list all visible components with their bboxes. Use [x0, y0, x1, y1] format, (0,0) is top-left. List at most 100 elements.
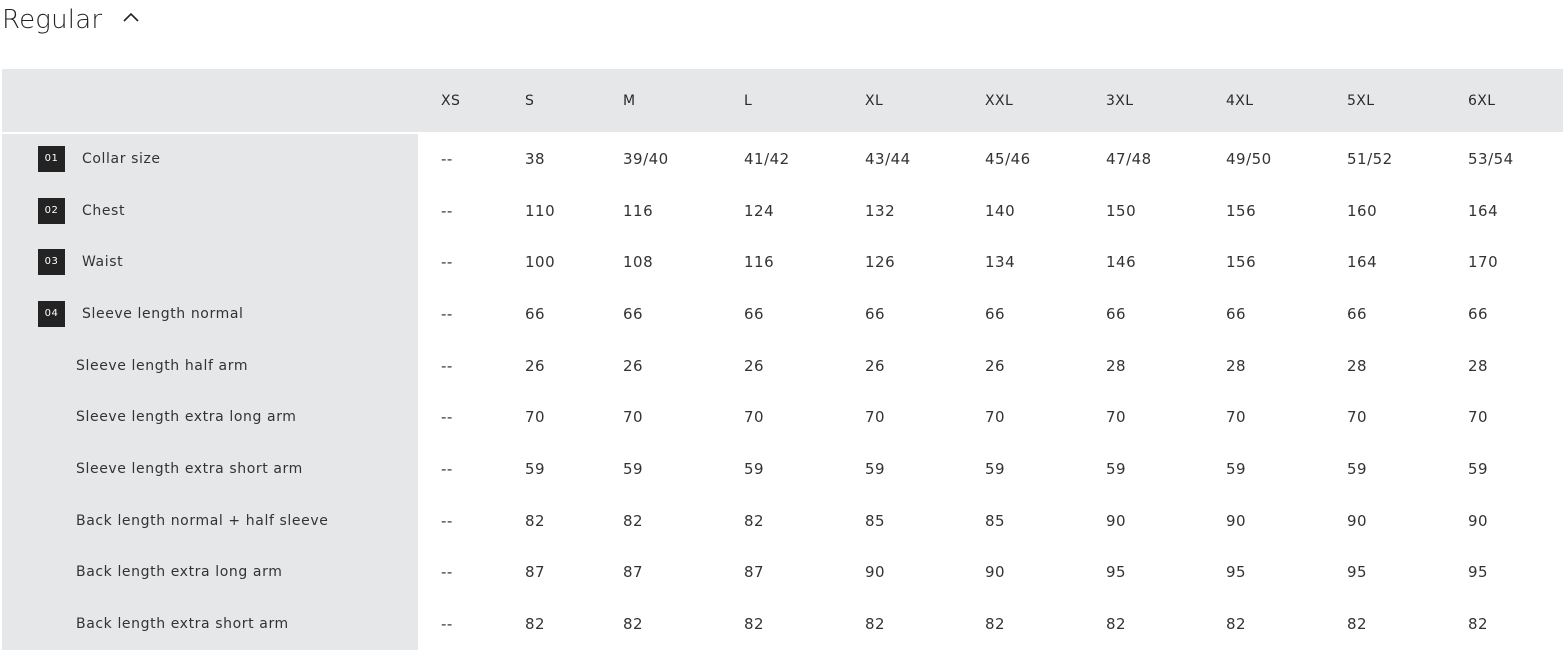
measurement-value-cell: 70: [985, 408, 1006, 427]
measurement-value-cell: 90: [1347, 511, 1368, 530]
measurement-value-cell: --: [441, 356, 453, 375]
measurement-value-cell: 59: [1106, 459, 1127, 478]
measurement-value-cell: --: [441, 408, 453, 427]
size-column-header: 6XL: [1468, 92, 1496, 109]
measurement-value-cell: 124: [744, 201, 775, 220]
measurement-label: Waist: [82, 254, 124, 271]
table-row: Back length extra long arm -- 87 87 87 90 90 95…: [2, 546, 1563, 599]
measurement-value-cell: 70: [623, 408, 644, 427]
measurement-value-cell: 59: [525, 459, 546, 478]
size-table: XS S M L XL XXL 3XL 4XL 5XL 6XL 01 Collar size -- 38…: [2, 69, 1563, 650]
measurement-value-cell: 82: [985, 615, 1006, 634]
measurement-value-cell: --: [441, 511, 453, 530]
size-column-header: S: [525, 92, 535, 109]
measurement-value-cell: 59: [1226, 459, 1247, 478]
chevron-up-icon: [122, 9, 140, 27]
measurement-value-cell: 26: [865, 356, 886, 375]
section-title: Regular: [2, 5, 103, 35]
measurement-value-cell: 39/40: [623, 150, 669, 169]
measurement-value-cell: 53/54: [1468, 150, 1514, 169]
measurement-value-cell: 28: [1106, 356, 1127, 375]
measurement-value-cell: 116: [623, 201, 654, 220]
measurement-value-cell: 82: [1468, 615, 1489, 634]
measurement-value-cell: --: [441, 304, 453, 323]
measurement-label: Sleeve length normal: [82, 305, 244, 322]
measurement-value-cell: 110: [525, 201, 556, 220]
measurement-value-cell: --: [441, 459, 453, 478]
measurement-value-cell: 38: [525, 150, 546, 169]
row-label-cell: Sleeve length extra long arm: [2, 391, 418, 444]
table-row: 04 Sleeve length normal -- 66 66 66 66 66 66 66 66…: [2, 288, 1563, 340]
size-column-header: 5XL: [1347, 92, 1375, 109]
measurement-value-cell: 95: [1106, 563, 1127, 582]
measurement-value-cell: 82: [1226, 615, 1247, 634]
measurement-value-cell: 59: [744, 459, 765, 478]
measurement-value-cell: 82: [1347, 615, 1368, 634]
measurement-value-cell: 66: [1226, 304, 1247, 323]
measurement-value-cell: 70: [865, 408, 886, 427]
measurement-value-cell: 70: [1347, 408, 1368, 427]
row-label-cell: Back length normal + half sleeve: [2, 494, 418, 547]
measurement-value-cell: 132: [865, 201, 896, 220]
row-label-cell: Back length extra short arm: [2, 598, 418, 650]
measurement-value-cell: 156: [1226, 253, 1257, 272]
size-column-header: 4XL: [1226, 92, 1254, 109]
measurement-value-cell: 66: [623, 304, 644, 323]
table-row: Sleeve length extra long arm -- 70 70 70 70 70…: [2, 391, 1563, 444]
row-label-cell: 01 Collar size: [2, 133, 418, 185]
measurement-number-badge: 01: [38, 146, 65, 173]
measurement-value-cell: 90: [985, 563, 1006, 582]
measurement-value-cell: 90: [1468, 511, 1489, 530]
measurement-value-cell: 59: [985, 459, 1006, 478]
measurement-label: Sleeve length half arm: [76, 357, 249, 374]
measurement-value-cell: 82: [744, 615, 765, 634]
measurement-value-cell: 82: [744, 511, 765, 530]
row-label-cell: Sleeve length half arm: [2, 339, 418, 392]
measurement-label: Back length normal + half sleeve: [76, 512, 329, 529]
measurement-label: Sleeve length extra long arm: [76, 409, 297, 426]
section-toggle-regular[interactable]: Regular: [2, 0, 140, 40]
measurement-value-cell: 28: [1226, 356, 1247, 375]
measurement-value-cell: --: [441, 615, 453, 634]
measurement-value-cell: 47/48: [1106, 150, 1152, 169]
measurement-value-cell: 59: [623, 459, 644, 478]
row-label-cell: Back length extra long arm: [2, 546, 418, 599]
table-row: Back length normal + half sleeve -- 82 82 82…: [2, 494, 1563, 547]
measurement-label: Collar size: [82, 151, 161, 168]
table-row: Sleeve length extra short arm -- 59 59 59 59 5…: [2, 443, 1563, 495]
measurement-value-cell: 126: [865, 253, 896, 272]
measurement-value-cell: 70: [1106, 408, 1127, 427]
measurement-value-cell: 28: [1468, 356, 1489, 375]
measurement-value-cell: 26: [744, 356, 765, 375]
size-column-header: XXL: [985, 92, 1014, 109]
measurement-value-cell: 28: [1347, 356, 1368, 375]
measurement-value-cell: 41/42: [744, 150, 790, 169]
measurement-value-cell: 66: [985, 304, 1006, 323]
measurement-value-cell: 170: [1468, 253, 1499, 272]
measurement-value-cell: 66: [1468, 304, 1489, 323]
row-label-cell: 03 Waist: [2, 236, 418, 289]
measurement-value-cell: 116: [744, 253, 775, 272]
measurement-value-cell: 90: [865, 563, 886, 582]
measurement-number-badge: 04: [38, 300, 65, 327]
measurement-value-cell: 160: [1347, 201, 1378, 220]
measurement-value-cell: 70: [744, 408, 765, 427]
measurement-value-cell: 59: [1347, 459, 1368, 478]
measurement-value-cell: 66: [1106, 304, 1127, 323]
measurement-value-cell: 49/50: [1226, 150, 1272, 169]
size-column-header: XL: [865, 92, 884, 109]
header-label-cell: [2, 69, 418, 133]
measurement-value-cell: 87: [623, 563, 644, 582]
measurement-value-cell: 66: [525, 304, 546, 323]
measurement-value-cell: 156: [1226, 201, 1257, 220]
table-row: 02 Chest -- 110 116 124 132 140 150 156 160 164: [2, 184, 1563, 237]
table-row: Back length extra short arm -- 82 82 82 82 82 8…: [2, 598, 1563, 650]
measurement-value-cell: 70: [1468, 408, 1489, 427]
table-body: 01 Collar size -- 38 39/40 41/42 43/44 45/46 47/…: [2, 133, 1563, 650]
measurement-value-cell: 43/44: [865, 150, 911, 169]
measurement-value-cell: 82: [623, 511, 644, 530]
measurement-value-cell: 140: [985, 201, 1016, 220]
measurement-value-cell: 90: [1106, 511, 1127, 530]
size-column-header: 3XL: [1106, 92, 1134, 109]
measurement-value-cell: 85: [865, 511, 886, 530]
